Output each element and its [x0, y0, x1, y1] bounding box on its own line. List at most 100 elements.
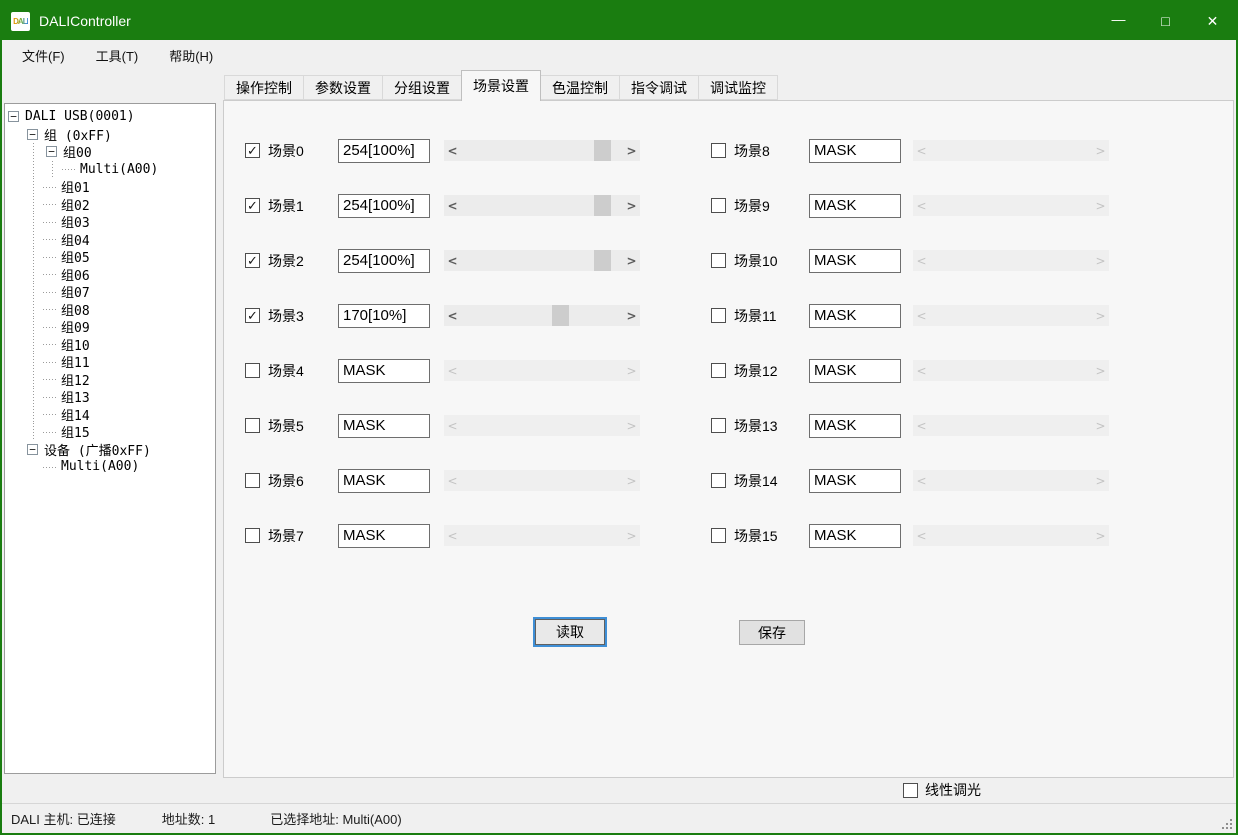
scene-value-input[interactable] [338, 194, 430, 218]
tree-node[interactable]: 组06 [5, 266, 215, 284]
tree-collapse-icon[interactable]: − [8, 111, 19, 122]
scene-value-input[interactable] [338, 359, 430, 383]
tree-node-label[interactable]: 组14 [59, 405, 92, 424]
read-button[interactable]: 读取 [535, 619, 605, 645]
tree-node-label[interactable]: 组09 [59, 317, 92, 336]
scene-value-input[interactable] [338, 249, 430, 273]
menu-help[interactable]: 帮助(H) [157, 42, 225, 69]
scene-level-scrollbar[interactable]: < > [444, 360, 640, 381]
scene-checkbox[interactable] [711, 363, 726, 378]
scrollbar-thumb[interactable] [594, 250, 611, 271]
scroll-left-arrow-icon[interactable]: < [913, 250, 930, 271]
scene-value-input[interactable] [809, 249, 901, 273]
scroll-right-arrow-icon[interactable]: > [1092, 525, 1109, 546]
tree-node-label[interactable]: 组00 [61, 142, 94, 161]
tree-node-label[interactable]: 组13 [59, 387, 92, 406]
tree-node[interactable]: −设备 (广播0xFF) [5, 441, 215, 459]
tree-node-label[interactable]: 组03 [59, 212, 92, 231]
tab-2[interactable]: 参数设置 [303, 75, 383, 100]
scroll-left-arrow-icon[interactable]: < [444, 525, 461, 546]
scene-level-scrollbar[interactable]: < > [444, 525, 640, 546]
scroll-left-arrow-icon[interactable]: < [444, 250, 461, 271]
tree-node-label[interactable]: 组 (0xFF) [42, 125, 114, 144]
tab-6[interactable]: 指令调试 [619, 75, 699, 100]
tree-node[interactable]: 组14 [5, 406, 215, 424]
tree-node[interactable]: 组03 [5, 213, 215, 231]
tree-node-label[interactable]: 组08 [59, 300, 92, 319]
scroll-right-arrow-icon[interactable]: > [1092, 140, 1109, 161]
scroll-left-arrow-icon[interactable]: < [913, 305, 930, 326]
scene-checkbox[interactable] [711, 143, 726, 158]
scene-value-input[interactable] [338, 469, 430, 493]
scroll-left-arrow-icon[interactable]: < [444, 305, 461, 326]
scroll-left-arrow-icon[interactable]: < [913, 195, 930, 216]
scroll-right-arrow-icon[interactable]: > [623, 360, 640, 381]
resize-grip-icon[interactable] [1221, 818, 1232, 829]
tab-5[interactable]: 色温控制 [540, 75, 620, 100]
tree-node[interactable]: Multi(A00) [5, 161, 215, 179]
scroll-right-arrow-icon[interactable]: > [623, 140, 640, 161]
scrollbar-thumb[interactable] [594, 195, 611, 216]
scroll-right-arrow-icon[interactable]: > [623, 250, 640, 271]
tab-3[interactable]: 分组设置 [382, 75, 462, 100]
scene-value-input[interactable] [809, 524, 901, 548]
scene-value-input[interactable] [809, 359, 901, 383]
tree-node[interactable]: Multi(A00) [5, 458, 215, 476]
scene-level-scrollbar[interactable]: < > [444, 415, 640, 436]
scene-level-scrollbar[interactable]: < > [444, 140, 640, 161]
tree-node[interactable]: 组08 [5, 301, 215, 319]
tree-node[interactable]: 组07 [5, 283, 215, 301]
scene-level-scrollbar[interactable]: < > [444, 195, 640, 216]
scroll-right-arrow-icon[interactable]: > [1092, 415, 1109, 436]
close-button[interactable]: ✕ [1189, 2, 1236, 40]
save-button[interactable]: 保存 [739, 620, 805, 645]
tree-node[interactable]: 组15 [5, 423, 215, 441]
scroll-left-arrow-icon[interactable]: < [913, 140, 930, 161]
menu-file[interactable]: 文件(F) [10, 42, 77, 69]
scene-checkbox[interactable]: ✓ [245, 143, 260, 158]
tree-node-label[interactable]: 组04 [59, 230, 92, 249]
scroll-right-arrow-icon[interactable]: > [623, 195, 640, 216]
tree-node[interactable]: 组12 [5, 371, 215, 389]
menu-tools[interactable]: 工具(T) [84, 42, 151, 69]
scene-checkbox[interactable] [245, 473, 260, 488]
minimize-button[interactable]: — [1095, 2, 1142, 40]
scroll-right-arrow-icon[interactable]: > [623, 525, 640, 546]
tree-node[interactable]: 组10 [5, 336, 215, 354]
tree-node-label[interactable]: 组12 [59, 370, 92, 389]
tree-node-label[interactable]: 组06 [59, 265, 92, 284]
tree-node-label[interactable]: Multi(A00) [78, 162, 160, 177]
tree-node[interactable]: −组00 [5, 143, 215, 161]
scroll-right-arrow-icon[interactable]: > [1092, 360, 1109, 381]
scene-checkbox[interactable]: ✓ [245, 308, 260, 323]
tree-node-label[interactable]: 组10 [59, 335, 92, 354]
scene-checkbox[interactable] [711, 473, 726, 488]
scene-checkbox[interactable]: ✓ [245, 198, 260, 213]
tree-node[interactable]: 组01 [5, 178, 215, 196]
scroll-right-arrow-icon[interactable]: > [1092, 250, 1109, 271]
scene-value-input[interactable] [809, 304, 901, 328]
tab-4[interactable]: 场景设置 [461, 70, 541, 101]
scene-checkbox[interactable] [711, 198, 726, 213]
tab-1[interactable]: 操作控制 [224, 75, 304, 100]
tree-node[interactable]: 组05 [5, 248, 215, 266]
scene-checkbox[interactable] [245, 528, 260, 543]
scrollbar-thumb[interactable] [594, 140, 611, 161]
scene-value-input[interactable] [809, 194, 901, 218]
tree-node-label[interactable]: 组05 [59, 247, 92, 266]
tree-node-label[interactable]: DALI USB(0001) [23, 109, 137, 124]
scroll-right-arrow-icon[interactable]: > [1092, 470, 1109, 491]
scroll-right-arrow-icon[interactable]: > [623, 415, 640, 436]
scene-value-input[interactable] [338, 414, 430, 438]
tree-node-label[interactable]: 组02 [59, 195, 92, 214]
scene-value-input[interactable] [809, 414, 901, 438]
scroll-left-arrow-icon[interactable]: < [913, 470, 930, 491]
linear-dimming-checkbox[interactable] [903, 783, 918, 798]
scroll-left-arrow-icon[interactable]: < [913, 360, 930, 381]
scroll-right-arrow-icon[interactable]: > [623, 305, 640, 326]
tree-node[interactable]: 组11 [5, 353, 215, 371]
scroll-left-arrow-icon[interactable]: < [444, 415, 461, 436]
scene-level-scrollbar[interactable]: < > [913, 415, 1109, 436]
scene-value-input[interactable] [809, 469, 901, 493]
scene-level-scrollbar[interactable]: < > [913, 470, 1109, 491]
